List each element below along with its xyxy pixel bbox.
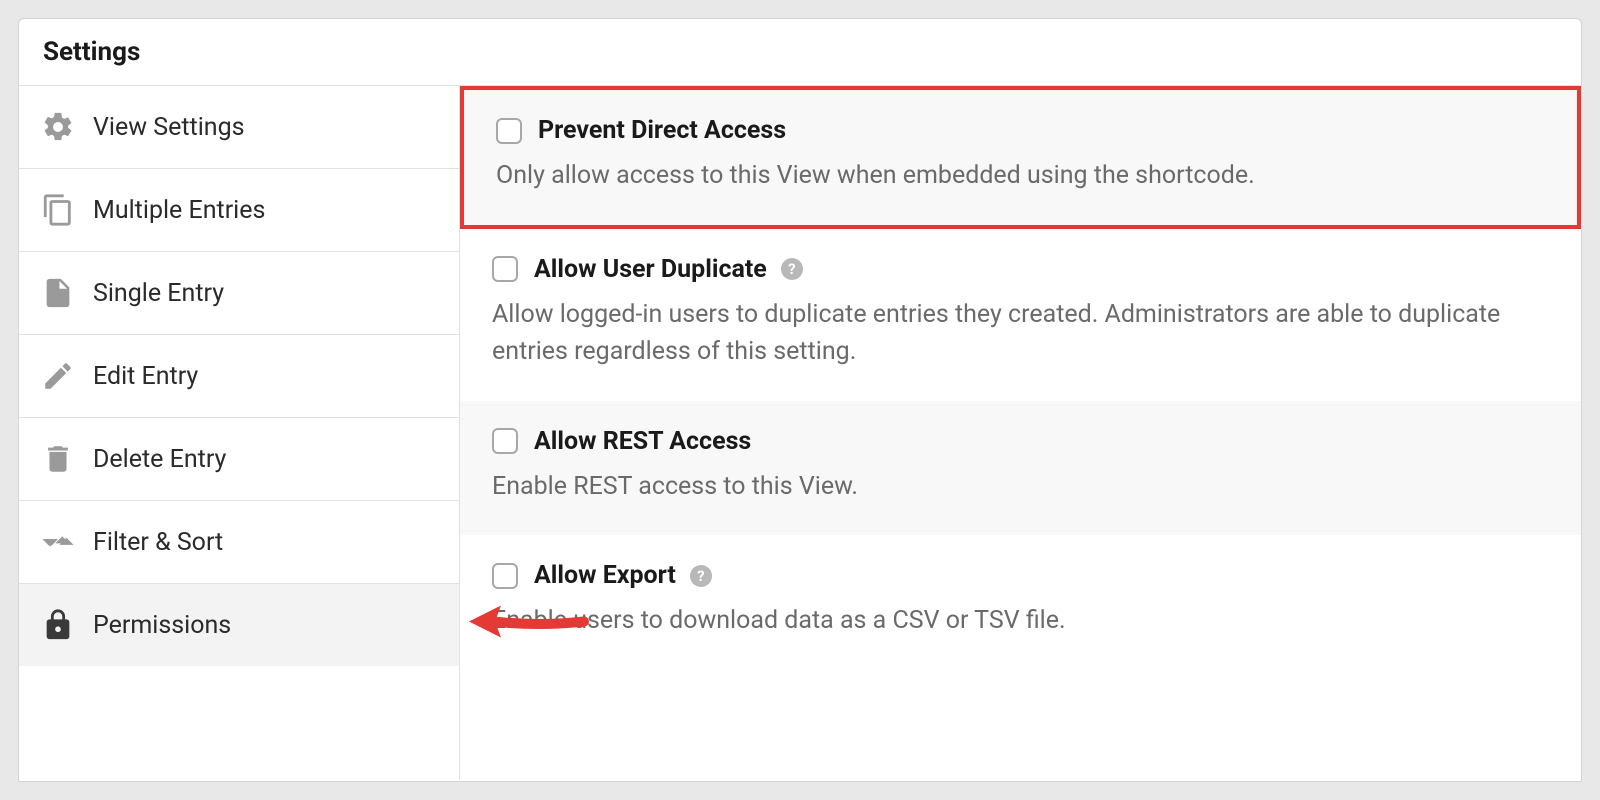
setting-prevent-direct-access: Prevent Direct Access Only allow access … <box>460 86 1581 229</box>
file-icon <box>41 276 75 310</box>
sidebar-item-label: Delete Entry <box>93 445 226 474</box>
gear-icon <box>41 110 75 144</box>
sidebar-item-permissions[interactable]: Permissions <box>19 584 459 666</box>
setting-allow-export: Allow Export ? Enable users to download … <box>460 535 1581 670</box>
sidebar-item-delete-entry[interactable]: Delete Entry <box>19 418 459 501</box>
setting-header: Prevent Direct Access <box>496 116 1545 145</box>
sidebar-item-single-entry[interactable]: Single Entry <box>19 252 459 335</box>
sidebar-item-multiple-entries[interactable]: Multiple Entries <box>19 169 459 252</box>
setting-header: Allow Export ? <box>492 561 1549 590</box>
checkbox-allow-rest-access[interactable] <box>492 428 518 454</box>
panel-title: Settings <box>19 19 1581 86</box>
sidebar-item-label: View Settings <box>93 113 245 142</box>
sidebar-item-label: Multiple Entries <box>93 196 265 225</box>
setting-description: Enable users to download data as a CSV o… <box>492 602 1549 640</box>
help-icon[interactable]: ? <box>690 565 712 587</box>
content-pane: Prevent Direct Access Only allow access … <box>460 86 1581 780</box>
sidebar: View Settings Multiple Entries Single En… <box>19 86 460 780</box>
sort-icon <box>41 525 75 559</box>
settings-panel: Settings View Settings Multiple Entries … <box>18 18 1582 782</box>
sidebar-item-label: Edit Entry <box>93 362 198 391</box>
sidebar-item-filter-sort[interactable]: Filter & Sort <box>19 501 459 584</box>
pencil-square-icon <box>41 359 75 393</box>
lock-icon <box>41 608 75 642</box>
setting-title: Allow Export <box>534 561 676 590</box>
checkbox-prevent-direct-access[interactable] <box>496 118 522 144</box>
panel-body: View Settings Multiple Entries Single En… <box>19 86 1581 780</box>
setting-header: Allow REST Access <box>492 427 1549 456</box>
setting-title: Prevent Direct Access <box>538 116 786 145</box>
setting-header: Allow User Duplicate ? <box>492 255 1549 284</box>
copy-icon <box>41 193 75 227</box>
setting-description: Only allow access to this View when embe… <box>496 157 1545 195</box>
setting-description: Enable REST access to this View. <box>492 468 1549 506</box>
checkbox-allow-user-duplicate[interactable] <box>492 256 518 282</box>
setting-title: Allow REST Access <box>534 427 751 456</box>
checkbox-allow-export[interactable] <box>492 563 518 589</box>
trash-icon <box>41 442 75 476</box>
sidebar-item-label: Filter & Sort <box>93 528 223 557</box>
setting-title: Allow User Duplicate <box>534 255 767 284</box>
setting-allow-user-duplicate: Allow User Duplicate ? Allow logged-in u… <box>460 229 1581 401</box>
sidebar-item-edit-entry[interactable]: Edit Entry <box>19 335 459 418</box>
sidebar-item-label: Permissions <box>93 611 231 640</box>
help-icon[interactable]: ? <box>781 258 803 280</box>
setting-allow-rest-access: Allow REST Access Enable REST access to … <box>460 401 1581 536</box>
sidebar-item-label: Single Entry <box>93 279 224 308</box>
setting-description: Allow logged-in users to duplicate entri… <box>492 296 1549 371</box>
sidebar-item-view-settings[interactable]: View Settings <box>19 86 459 169</box>
